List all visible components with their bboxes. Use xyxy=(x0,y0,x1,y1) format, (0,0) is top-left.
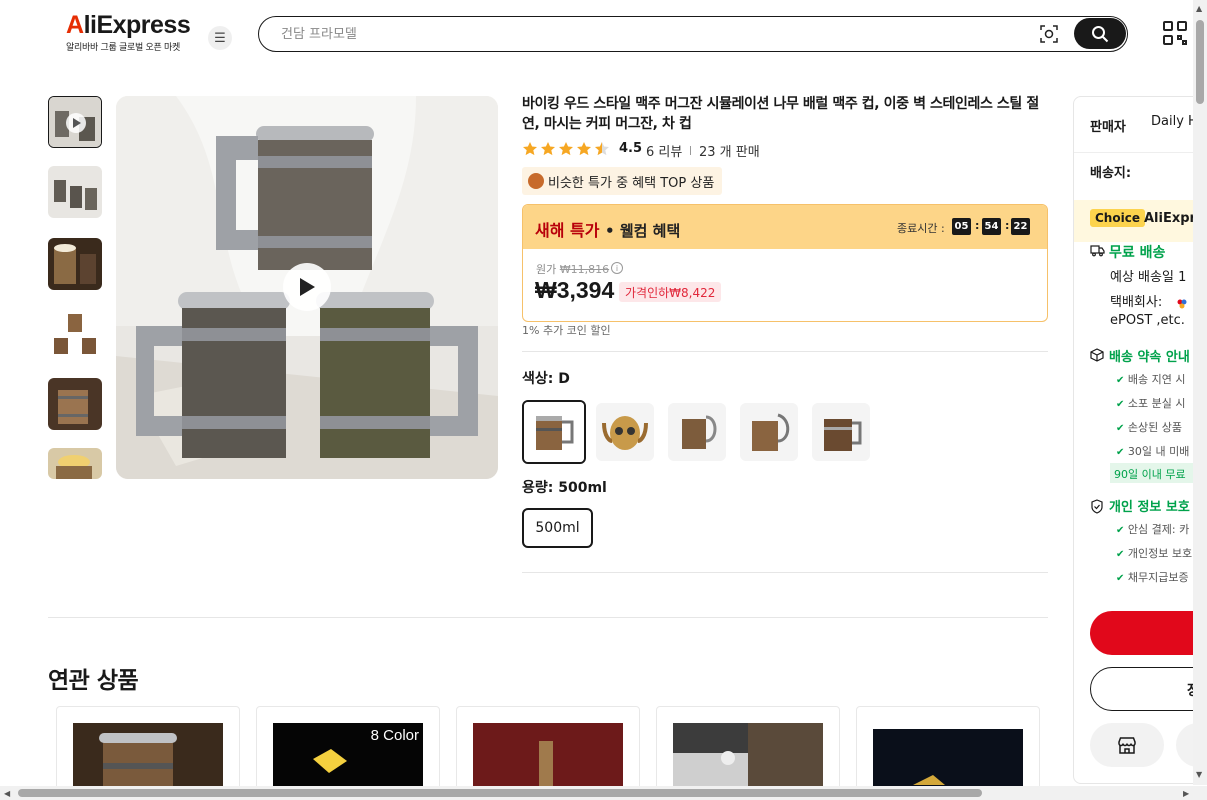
related-products-heading: 연관 상품 xyxy=(48,668,139,694)
choice-tag: Choice xyxy=(1090,209,1145,227)
rating-value: 4.5 xyxy=(619,141,643,156)
purchase-panel: 판매자 Daily H 배송지: Choice AliExpr 무료 배송 예상… xyxy=(1073,96,1203,784)
play-icon xyxy=(300,278,315,296)
related-product-card[interactable] xyxy=(456,706,640,796)
logo-tagline: 알리바바 그룹 글로벌 오픈 마켓 xyxy=(66,43,180,53)
store-button[interactable] xyxy=(1090,723,1164,767)
card-caption: 8 Color xyxy=(370,727,419,744)
play-video-button[interactable] xyxy=(283,263,331,311)
check-icon: ✔ xyxy=(1116,399,1125,410)
estimated-delivery: 예상 배송일 1 xyxy=(1110,270,1187,285)
info-icon[interactable]: i xyxy=(611,262,623,274)
seller-label: 판매자 xyxy=(1090,120,1126,135)
horizontal-scroll-thumb[interactable] xyxy=(18,789,982,797)
ends-label: 종료시간 : xyxy=(897,222,945,235)
search-icon xyxy=(1092,25,1109,42)
buy-now-button[interactable] xyxy=(1090,611,1202,655)
check-icon: ✔ xyxy=(1116,549,1125,560)
timer-hours: 05 xyxy=(952,218,971,235)
related-product-card[interactable] xyxy=(856,706,1040,796)
original-price: 원가 ₩11,816 xyxy=(536,263,610,276)
related-product-card[interactable]: 8 Color xyxy=(256,706,440,796)
star-icon xyxy=(523,142,537,156)
star-icon xyxy=(577,142,591,156)
search-bar xyxy=(258,16,1128,52)
color-swatch-5[interactable] xyxy=(812,403,870,461)
add-to-cart-button[interactable]: 장 xyxy=(1090,667,1202,711)
related-product-card[interactable] xyxy=(56,706,240,796)
ship-to-label: 배송지: xyxy=(1090,166,1132,181)
check-icon: ✔ xyxy=(1116,375,1125,386)
divider xyxy=(48,617,1048,618)
badge-text: 비슷한 특가 중 혜택 TOP 상품 xyxy=(548,175,715,191)
color-swatch-d[interactable] xyxy=(522,400,586,464)
timer-minutes: 54 xyxy=(982,218,1001,235)
thumbnail-5[interactable] xyxy=(48,378,102,430)
capacity-option-500ml[interactable]: 500ml xyxy=(522,508,593,548)
shield-icon xyxy=(1091,499,1103,514)
divider xyxy=(522,351,1048,352)
thumbnail-4[interactable] xyxy=(48,308,102,360)
check-icon: ✔ xyxy=(1116,573,1125,584)
top-benefit-badge: 비슷한 특가 중 혜택 TOP 상품 xyxy=(522,167,723,195)
sale-price: ₩3,394 xyxy=(535,277,615,303)
vertical-scrollbar[interactable] xyxy=(1193,0,1207,785)
scroll-up-arrow-icon[interactable]: ▲ xyxy=(1196,4,1202,13)
capacity-label: 용량: 500ml xyxy=(522,480,607,496)
aliexpress-logo[interactable]: AliExpress xyxy=(66,11,191,40)
review-count-link[interactable]: 6 리뷰 xyxy=(646,141,682,160)
delivery-promise[interactable]: 배송 약속 안내 xyxy=(1109,346,1190,365)
color-swatch-4[interactable] xyxy=(740,403,798,461)
scroll-left-arrow-icon[interactable]: ◀ xyxy=(4,789,10,798)
thumbnail-2[interactable] xyxy=(48,166,102,218)
search-button[interactable] xyxy=(1074,18,1126,49)
timer-seconds: 22 xyxy=(1011,218,1030,235)
vertical-scroll-thumb[interactable] xyxy=(1196,20,1204,104)
choice-text: AliExpr xyxy=(1144,211,1196,226)
coin-discount: 1% 추가 코인 할인 xyxy=(522,324,611,337)
free-shipping: 무료 배송 xyxy=(1109,245,1166,261)
store-icon xyxy=(1118,737,1136,754)
qr-code-icon[interactable] xyxy=(1162,20,1188,46)
check-icon: ✔ xyxy=(1116,525,1125,536)
check-icon: ✔ xyxy=(1116,423,1125,434)
hamburger-icon: ☰ xyxy=(214,30,226,46)
privacy-protection[interactable]: 개인 정보 보호 xyxy=(1109,496,1190,515)
color-swatch-3[interactable] xyxy=(668,403,726,461)
carrier-label: 택배회사: xyxy=(1110,295,1163,310)
deal-box: 새해 특가 • 웰컴 혜택 종료시간 : 05 : 54 : 22 원가 ₩11… xyxy=(522,204,1048,322)
discount-badge: 가격인하₩8,422 xyxy=(619,282,722,302)
scroll-down-arrow-icon[interactable]: ▼ xyxy=(1196,770,1202,779)
menu-button[interactable]: ☰ xyxy=(208,26,232,50)
scroll-right-arrow-icon[interactable]: ▶ xyxy=(1183,789,1189,798)
free-return-badge: 90일 이내 무료 xyxy=(1114,468,1186,481)
star-icon xyxy=(559,142,573,156)
carrier-value: ePOST ,etc. xyxy=(1110,313,1185,328)
sold-count: 23 개 판매 xyxy=(699,145,760,160)
divider xyxy=(522,572,1048,573)
truck-icon xyxy=(1090,245,1105,257)
thumbnail-3[interactable] xyxy=(48,238,102,290)
color-swatch-skull[interactable] xyxy=(596,403,654,461)
trophy-icon xyxy=(528,173,544,189)
thumbnail-6[interactable] xyxy=(48,448,102,479)
seller-link[interactable]: Daily H xyxy=(1151,114,1198,129)
box-icon xyxy=(1090,348,1104,362)
divider xyxy=(690,146,691,155)
image-search-icon[interactable] xyxy=(1039,24,1059,44)
deal-title: 새해 특가 • 웰컴 혜택 xyxy=(535,221,681,240)
product-title: 바이킹 우드 스타일 맥주 머그잔 시뮬레이션 나무 배럴 맥주 컵, 이중 벽… xyxy=(522,96,1039,132)
thumbnail-1[interactable] xyxy=(48,96,102,148)
color-label: 색상: D xyxy=(522,371,570,387)
check-icon: ✔ xyxy=(1116,447,1125,458)
search-input[interactable] xyxy=(281,23,981,45)
welcome-benefit: • 웰컴 혜택 xyxy=(605,222,681,240)
carrier-logo-icon xyxy=(1177,294,1187,309)
star-rating xyxy=(522,141,610,157)
half-star-icon xyxy=(595,142,609,156)
related-product-card[interactable] xyxy=(656,706,840,796)
star-icon xyxy=(541,142,555,156)
